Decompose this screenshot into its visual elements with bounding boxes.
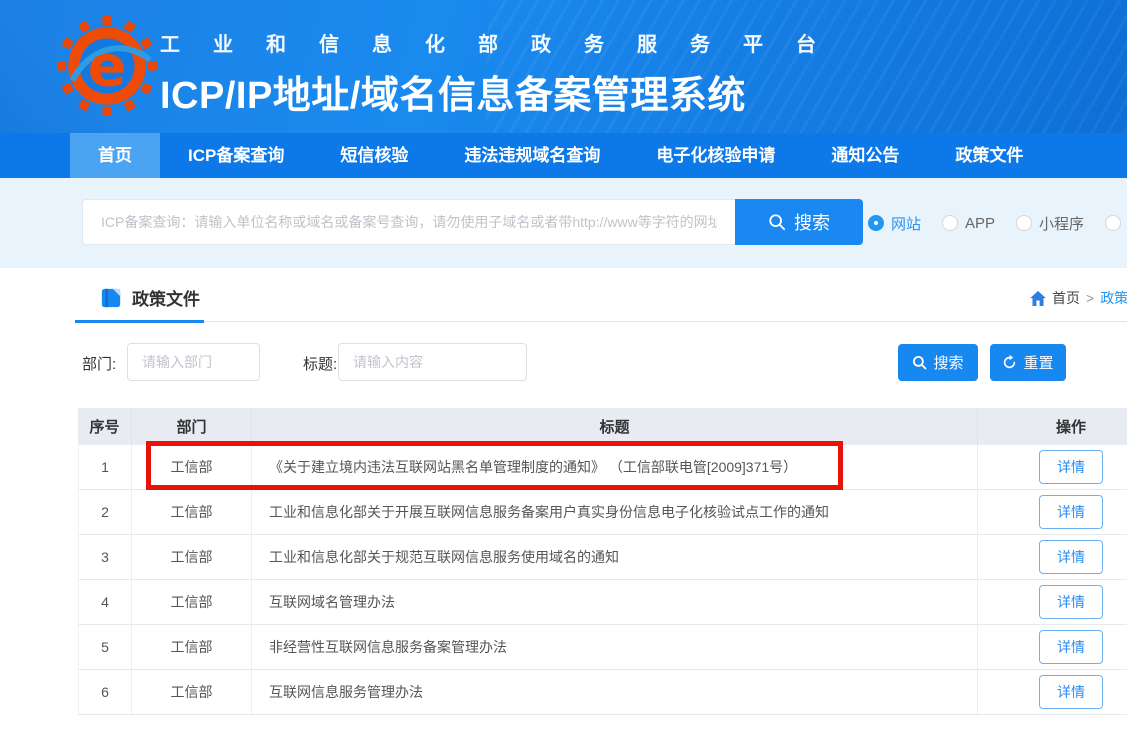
svg-text:e: e — [88, 33, 127, 99]
radio-app[interactable]: APP — [942, 215, 995, 232]
radio-website[interactable]: 网站 — [868, 213, 921, 234]
cell-title: 互联网信息服务管理办法 — [252, 670, 978, 714]
main-nav: 首页 ICP备案查询 短信核验 违法违规域名查询 电子化核验申请 通知公告 政策… — [0, 133, 1127, 178]
icp-search-row: 搜索 — [82, 199, 863, 245]
radio-miniprogram-dot-icon — [1016, 215, 1032, 231]
miit-gear-logo-icon: e — [56, 15, 158, 117]
col-header-title: 标题 — [252, 408, 978, 445]
cell-no: 6 — [78, 670, 132, 714]
radio-quickapp-dot-icon — [1105, 215, 1121, 231]
col-header-no: 序号 — [78, 408, 132, 445]
cell-action: 详情 — [978, 670, 1127, 714]
policy-table-header: 序号 部门 标题 操作 — [78, 408, 1127, 445]
section-title: 政策文件 — [100, 285, 200, 310]
cell-title: 互联网域名管理办法 — [252, 580, 978, 624]
filter-reset-button[interactable]: 重置 — [990, 344, 1066, 381]
cell-no: 5 — [78, 625, 132, 669]
radio-website-dot-icon — [868, 215, 884, 231]
search-type-options: 网站 APP 小程序 快应用 — [868, 178, 1127, 268]
col-header-action: 操作 — [978, 408, 1127, 445]
table-row: 2 工信部 工业和信息化部关于开展互联网信息服务备案用户真实身份信息电子化核验试… — [78, 490, 1127, 535]
title-filter-input[interactable] — [338, 343, 527, 381]
detail-button[interactable]: 详情 — [1039, 540, 1103, 574]
home-icon — [1030, 291, 1046, 306]
dept-filter-label: 部门: — [82, 353, 116, 374]
breadcrumb-current[interactable]: 政策文件 — [1100, 288, 1127, 308]
cell-no: 1 — [78, 445, 132, 489]
breadcrumb-home[interactable]: 首页 — [1052, 288, 1080, 308]
cell-no: 4 — [78, 580, 132, 624]
search-icon — [768, 213, 786, 231]
detail-button[interactable]: 详情 — [1039, 675, 1103, 709]
section-title-label: 政策文件 — [132, 285, 200, 310]
radio-app-dot-icon — [942, 215, 958, 231]
cell-action: 详情 — [978, 625, 1127, 669]
platform-title: 工业和信息化部政务服务平台 — [160, 28, 849, 57]
section-active-underline — [75, 320, 204, 323]
radio-app-label: APP — [965, 215, 995, 232]
site-header: e 工业和信息化部政务服务平台 ICP/IP地址/域名信息备案管理系统 — [0, 0, 1127, 133]
dept-filter-input[interactable] — [127, 343, 260, 381]
cell-title: 工业和信息化部关于开展互联网信息服务备案用户真实身份信息电子化核验试点工作的通知 — [252, 490, 978, 534]
section-divider — [75, 321, 1127, 322]
cell-dept: 工信部 — [132, 535, 252, 579]
cell-dept: 工信部 — [132, 625, 252, 669]
detail-button[interactable]: 详情 — [1039, 450, 1103, 484]
icp-search-button[interactable]: 搜索 — [735, 199, 863, 245]
policy-table: 序号 部门 标题 操作 1 工信部 《关于建立境内违法互联网站黑名单管理制度的通… — [78, 408, 1127, 715]
nav-item-policy-files[interactable]: 政策文件 — [927, 133, 1051, 178]
filter-row: 部门: 标题: 搜索 重置 — [0, 343, 1127, 381]
cell-action: 详情 — [978, 490, 1127, 534]
header-titles: 工业和信息化部政务服务平台 ICP/IP地址/域名信息备案管理系统 — [160, 28, 849, 119]
icp-search-band: 搜索 网站 APP 小程序 快应用 — [0, 178, 1127, 268]
nav-item-sms-verify[interactable]: 短信核验 — [312, 133, 436, 178]
radio-miniprogram[interactable]: 小程序 — [1016, 213, 1084, 234]
title-filter-label: 标题: — [303, 353, 337, 374]
detail-button[interactable]: 详情 — [1039, 630, 1103, 664]
table-row: 1 工信部 《关于建立境内违法互联网站黑名单管理制度的通知》 （工信部联电管[2… — [78, 445, 1127, 490]
nav-item-illegal-domain-query[interactable]: 违法违规域名查询 — [436, 133, 628, 178]
radio-miniprogram-label: 小程序 — [1039, 213, 1084, 234]
nav-item-home[interactable]: 首页 — [70, 133, 160, 178]
icp-search-input[interactable] — [82, 199, 735, 245]
cell-action: 详情 — [978, 535, 1127, 579]
nav-item-notices[interactable]: 通知公告 — [803, 133, 927, 178]
cell-no: 3 — [78, 535, 132, 579]
section-bar: 政策文件 首页 > 政策文件 — [0, 268, 1127, 322]
nav-item-e-verification[interactable]: 电子化核验申请 — [628, 133, 803, 178]
table-row: 5 工信部 非经营性互联网信息服务备案管理办法 详情 — [78, 625, 1127, 670]
col-header-dept: 部门 — [132, 408, 252, 445]
policy-document-icon — [100, 287, 122, 309]
cell-action: 详情 — [978, 445, 1127, 489]
table-row: 4 工信部 互联网域名管理办法 详情 — [78, 580, 1127, 625]
page: e 工业和信息化部政务服务平台 ICP/IP地址/域名信息备案管理系统 首页 I… — [0, 0, 1127, 751]
nav-item-icp-query[interactable]: ICP备案查询 — [160, 133, 312, 178]
detail-button[interactable]: 详情 — [1039, 495, 1103, 529]
cell-title: 非经营性互联网信息服务备案管理办法 — [252, 625, 978, 669]
cell-dept: 工信部 — [132, 445, 252, 489]
table-row: 3 工信部 工业和信息化部关于规范互联网信息服务使用域名的通知 详情 — [78, 535, 1127, 580]
cell-no: 2 — [78, 490, 132, 534]
search-icon — [912, 355, 927, 370]
filter-search-label: 搜索 — [933, 352, 963, 373]
cell-title: 工业和信息化部关于规范互联网信息服务使用域名的通知 — [252, 535, 978, 579]
system-title: ICP/IP地址/域名信息备案管理系统 — [160, 64, 849, 119]
filter-reset-label: 重置 — [1023, 352, 1053, 373]
cell-action: 详情 — [978, 580, 1127, 624]
icp-search-button-label: 搜索 — [794, 209, 830, 235]
detail-button[interactable]: 详情 — [1039, 585, 1103, 619]
breadcrumb-separator: > — [1086, 290, 1094, 306]
table-row: 6 工信部 互联网信息服务管理办法 详情 — [78, 670, 1127, 715]
breadcrumb: 首页 > 政策文件 — [1030, 288, 1127, 308]
cell-title: 《关于建立境内违法互联网站黑名单管理制度的通知》 （工信部联电管[2009]37… — [252, 445, 978, 489]
reset-refresh-icon — [1002, 355, 1017, 370]
cell-dept: 工信部 — [132, 580, 252, 624]
cell-dept: 工信部 — [132, 490, 252, 534]
radio-website-label: 网站 — [891, 213, 921, 234]
filter-search-button[interactable]: 搜索 — [898, 344, 978, 381]
radio-quickapp[interactable]: 快应用 — [1105, 213, 1127, 234]
cell-dept: 工信部 — [132, 670, 252, 714]
